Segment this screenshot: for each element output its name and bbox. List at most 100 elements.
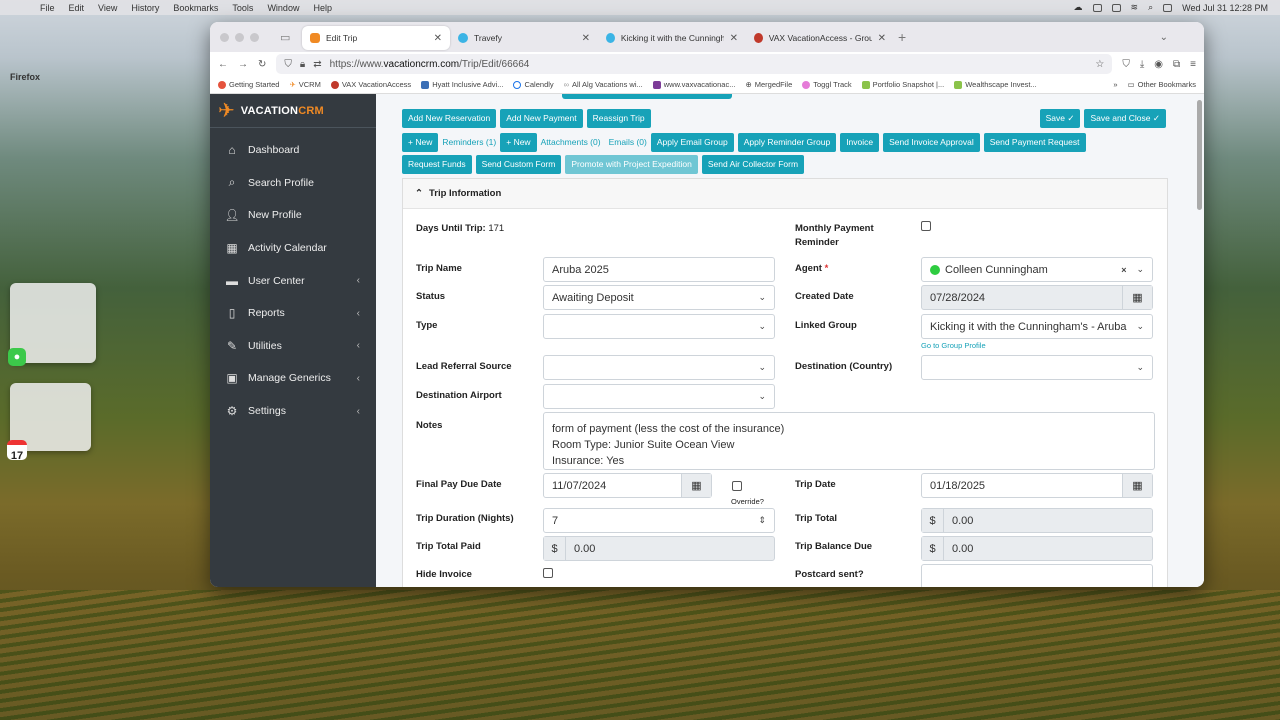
apply-reminder-group-button[interactable]: Apply Reminder Group [737,133,837,152]
shield-icon[interactable]: ⛉ [284,59,292,70]
override-checkbox[interactable] [732,481,742,491]
bookmark-mergedfile[interactable]: ⊕ MergedFile [745,80,792,89]
cloud-icon[interactable]: ☁ [1074,2,1083,13]
menu-file[interactable]: File [40,3,55,13]
destination-country-select[interactable]: ⌄ [921,355,1153,380]
monthly-reminder-checkbox[interactable] [921,221,931,231]
menu-edit[interactable]: Edit [69,3,85,13]
calendar-icon[interactable]: ▦ [1122,286,1152,309]
sidebar-item-activity-calendar[interactable]: ▦ Activity Calendar [210,232,376,265]
search-icon[interactable]: ⌕ [1148,2,1153,13]
sidebar-item-user-center[interactable]: ▬ User Center ‹ [210,264,376,297]
calendar-icon[interactable]: ▦ [681,474,711,497]
close-tab-icon[interactable]: ✕ [434,33,442,44]
total-paid-input[interactable]: $0.00 [543,536,775,561]
invoice-button[interactable]: Invoice [840,133,880,152]
pocket-icon[interactable]: ⛉ [1122,59,1130,70]
hide-invoice-checkbox[interactable] [543,568,553,578]
request-funds-button[interactable]: Request Funds [402,155,472,174]
close-tab-icon[interactable]: ✕ [730,33,738,44]
bookmark-star-icon[interactable]: ☆ [1095,59,1104,70]
emails-link[interactable]: Emails (0) [609,133,647,152]
reminders-link[interactable]: Reminders (1) [442,133,496,152]
tab-cunningham[interactable]: Kicking it with the Cunningham ✕ [598,26,746,50]
new-reminder-button[interactable]: + New [402,133,439,152]
balance-due-input[interactable]: $0.00 [921,536,1153,561]
linked-group-select[interactable]: Kicking it with the Cunningham's - Aruba… [921,314,1153,339]
sidebar-item-dashboard[interactable]: ⌂ Dashboard [210,134,376,167]
more-bookmarks-icon[interactable]: » [1113,80,1117,89]
reassign-trip-button[interactable]: Reassign Trip [586,109,651,128]
stepper-icon[interactable]: ⇕ [758,515,766,526]
trip-total-input[interactable]: $0.00 [921,508,1153,533]
menu-history[interactable]: History [131,3,159,13]
notes-textarea[interactable]: form of payment (less the cost of the in… [543,412,1155,470]
status-icon[interactable] [1092,3,1102,12]
add-payment-button[interactable]: Add New Payment [500,109,583,128]
destination-airport-select[interactable]: ⌄ [543,384,775,409]
bookmark-all-alg[interactable]: ∞ All Alg Vacations wi... [564,80,643,89]
trip-information-header[interactable]: ⌃ Trip Information [403,179,1167,209]
clear-icon[interactable]: × [1121,265,1126,275]
tab-vax[interactable]: VAX VacationAccess - Group R ✕ [746,26,894,50]
send-payment-request-button[interactable]: Send Payment Request [983,133,1086,152]
apply-email-group-button[interactable]: Apply Email Group [650,133,734,152]
tab-overview-icon[interactable]: ▭ [280,31,302,44]
sidebar-item-utilities[interactable]: ✎ Utilities ‹ [210,330,376,363]
trip-name-input[interactable]: Aruba 2025 [543,257,775,282]
bookmark-portfolio[interactable]: Portfolio Snapshot |... [861,80,944,89]
duration-input[interactable]: 7 ⇕ [543,508,775,533]
bookmark-getting-started[interactable]: Getting Started [218,80,279,89]
trip-date-input[interactable]: 01/18/2025 ▦ [921,473,1153,498]
save-button[interactable]: Save ✓ [1039,109,1081,128]
extensions-icon[interactable]: ⧉ [1173,59,1180,70]
close-tab-icon[interactable]: ✕ [582,33,590,44]
attachments-link[interactable]: Attachments (0) [541,133,601,152]
close-window-button[interactable] [220,32,229,42]
minimize-window-button[interactable] [235,32,244,42]
created-date-input[interactable]: 07/28/2024 ▦ [921,285,1153,310]
send-invoice-approval-button[interactable]: Send Invoice Approval [883,133,980,152]
add-reservation-button[interactable]: Add New Reservation [402,109,497,128]
sidebar-item-manage-generics[interactable]: ▣ Manage Generics ‹ [210,362,376,395]
lock-icon[interactable]: 🔒︎ [300,59,305,70]
bookmark-vaxvacation[interactable]: www.vaxvacationac... [652,80,735,89]
list-tabs-chevron-icon[interactable]: ⌄ [1160,32,1168,43]
send-air-collector-button[interactable]: Send Air Collector Form [701,155,805,174]
account-icon[interactable]: ◉ [1154,59,1163,70]
bookmark-wealthscape[interactable]: Wealthscape Invest... [954,80,1037,89]
download-icon[interactable]: ⤓ [1140,59,1144,70]
menu-help[interactable]: Help [313,3,332,13]
send-custom-form-button[interactable]: Send Custom Form [475,155,562,174]
bookmark-other[interactable]: ▭ Other Bookmarks [1128,80,1196,89]
menu-tools[interactable]: Tools [232,3,253,13]
menu-bookmarks[interactable]: Bookmarks [173,3,218,13]
promote-project-expedition-button[interactable]: Promote with Project Expedition [565,155,698,174]
menu-window[interactable]: Window [267,3,299,13]
sidebar-item-new-profile[interactable]: 👤︎ New Profile [210,199,376,232]
battery-icon[interactable] [1111,3,1121,12]
postcard-input[interactable] [921,564,1153,587]
bookmark-toggl[interactable]: Toggl Track [802,80,852,89]
status-select[interactable]: Awaiting Deposit ⌄ [543,285,775,310]
calendar-icon[interactable]: ▦ [1122,474,1152,497]
final-pay-input[interactable]: 11/07/2024 ▦ [543,473,712,498]
type-select[interactable]: ⌄ [543,314,775,339]
back-icon[interactable]: ← [218,59,228,70]
bookmark-hyatt[interactable]: Hyatt Inclusive Advi... [421,80,503,89]
bookmark-vcrm[interactable]: ✈ VCRM [289,80,320,89]
calendar-icon[interactable]: 17 [7,440,27,462]
url-field[interactable]: ⛉ 🔒︎ ⇄ https://www.vacationcrm.com/Trip/… [276,54,1113,74]
zoom-window-button[interactable] [250,32,259,42]
lead-referral-select[interactable]: ⌄ [543,355,775,380]
new-tab-icon[interactable]: + [898,29,906,45]
menu-icon[interactable]: ≡ [1190,59,1196,70]
go-to-group-profile-link[interactable]: Go to Group Profile [921,341,986,350]
new-attachment-button[interactable]: + New [500,133,537,152]
permissions-icon[interactable]: ⇄ [313,59,321,70]
sidebar-item-reports[interactable]: ▯ Reports ‹ [210,297,376,330]
bookmark-vax[interactable]: VAX VacationAccess [330,80,411,89]
messages-icon[interactable]: ● [8,348,26,366]
tab-travefy[interactable]: Travefy ✕ [450,26,598,50]
tab-edit-trip[interactable]: Edit Trip ✕ [302,26,450,50]
